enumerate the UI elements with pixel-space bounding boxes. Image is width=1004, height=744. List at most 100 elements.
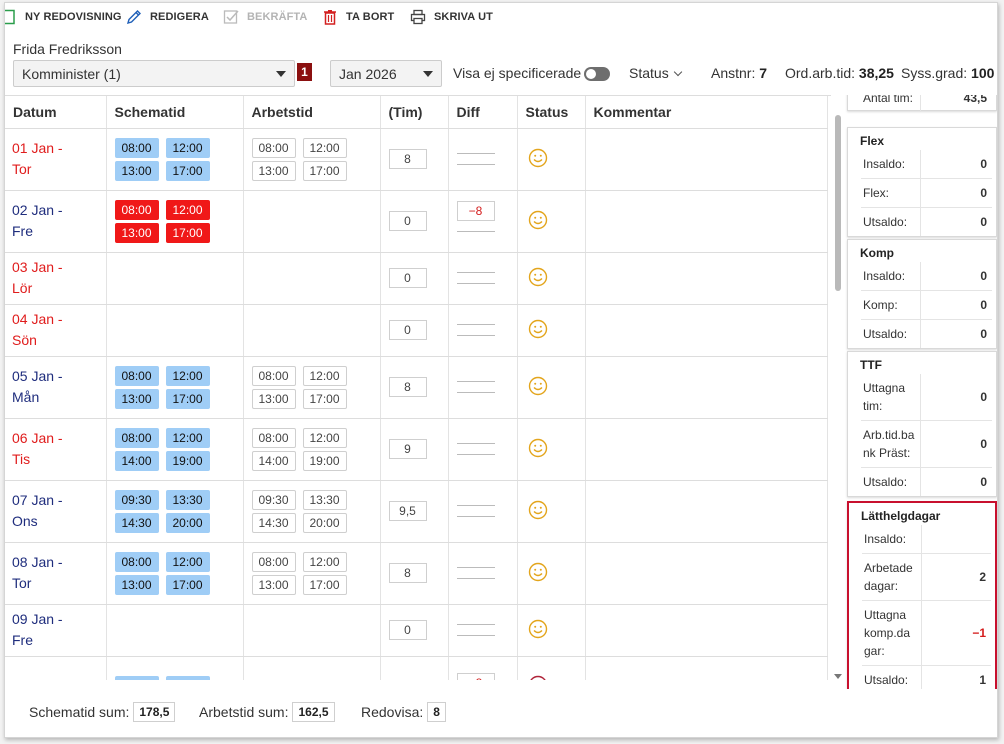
arbetstid-input[interactable]: 17:00: [302, 160, 347, 181]
schematid-chip[interactable]: 09:30: [114, 489, 159, 510]
tim-input[interactable]: 0: [388, 268, 427, 288]
smiley-icon[interactable]: [528, 562, 585, 585]
kommentar-cell[interactable]: [585, 190, 828, 253]
smiley-icon[interactable]: [528, 319, 585, 342]
sad-face-icon[interactable]: [528, 675, 585, 680]
kommentar-cell[interactable]: [585, 542, 828, 605]
schematid-chip[interactable]: 17:00: [165, 160, 210, 181]
kommentar-cell[interactable]: [585, 418, 828, 481]
schematid-chip[interactable]: 08:00: [114, 365, 159, 386]
smiley-icon[interactable]: [528, 210, 585, 233]
arbetstid-input[interactable]: 14:00: [251, 450, 296, 471]
kommentar-cell[interactable]: [585, 252, 828, 305]
arbetstid-input[interactable]: 20:00: [302, 512, 347, 533]
schematid-chip[interactable]: 17:00: [165, 222, 210, 243]
table-row[interactable]: 10 Jan - 09:00 13:00 −8: [5, 656, 828, 680]
schematid-chip[interactable]: 17:00: [165, 388, 210, 409]
new-report-button[interactable]: NY REDOVISNING: [5, 9, 122, 25]
table-row[interactable]: 08 Jan - Tor 08:00 12:00 13:00 17:00 08:00 12:0…: [5, 542, 828, 605]
schematid-chip[interactable]: 08:00: [114, 427, 159, 448]
schematid-chip[interactable]: 12:00: [165, 199, 210, 220]
schematid-chip[interactable]: 20:00: [165, 512, 210, 533]
schematid-chip[interactable]: 08:00: [114, 199, 159, 220]
tim-input[interactable]: 8: [388, 149, 427, 169]
arbetstid-input[interactable]: 17:00: [302, 388, 347, 409]
arbetstid-input[interactable]: 19:00: [302, 450, 347, 471]
schematid-chip[interactable]: 12:00: [165, 551, 210, 572]
smiley-icon[interactable]: [528, 438, 585, 461]
kommentar-cell[interactable]: [585, 356, 828, 419]
schematid-chip[interactable]: 08:00: [114, 551, 159, 572]
table-row[interactable]: 02 Jan - Fre 08:00 12:00 13:00 17:00 0 −8: [5, 190, 828, 253]
col-header-tim[interactable]: (Tim): [380, 96, 449, 129]
schematid-chip[interactable]: 09:00: [114, 676, 159, 680]
schematid-chip[interactable]: 19:00: [165, 450, 210, 471]
arbetstid-input[interactable]: 17:00: [302, 574, 347, 595]
kommentar-cell[interactable]: [585, 656, 828, 680]
table-row[interactable]: 06 Jan - Tis 08:00 12:00 14:00 19:00 08:00 12:0…: [5, 418, 828, 481]
scrollbar-thumb[interactable]: [835, 115, 841, 291]
kommentar-cell[interactable]: [585, 604, 828, 657]
smiley-icon[interactable]: [528, 376, 585, 399]
schematid-chip[interactable]: 12:00: [165, 365, 210, 386]
schematid-chip[interactable]: 13:00: [114, 160, 159, 181]
tim-input[interactable]: 9,5: [388, 501, 427, 521]
smiley-icon[interactable]: [528, 267, 585, 290]
col-header-schematid[interactable]: Schematid: [106, 96, 244, 129]
kommentar-cell[interactable]: [585, 128, 828, 191]
col-header-datum[interactable]: Datum: [5, 96, 107, 129]
tim-input[interactable]: 8: [388, 563, 427, 583]
schematid-chip[interactable]: 14:30: [114, 512, 159, 533]
schematid-chip[interactable]: 12:00: [165, 427, 210, 448]
kommentar-cell[interactable]: [585, 480, 828, 543]
arbetstid-input[interactable]: 13:00: [251, 160, 296, 181]
period-select[interactable]: Jan 2026: [330, 60, 442, 87]
schematid-chip[interactable]: 13:00: [165, 676, 210, 680]
tim-input[interactable]: 9: [388, 439, 427, 459]
col-header-diff[interactable]: Diff: [448, 96, 518, 129]
schematid-chip[interactable]: 17:00: [165, 574, 210, 595]
schematid-chip[interactable]: 13:00: [114, 388, 159, 409]
arbetstid-input[interactable]: 13:00: [251, 388, 296, 409]
arbetstid-input[interactable]: 13:30: [302, 489, 347, 510]
scroll-down-arrow-icon[interactable]: [834, 674, 842, 679]
arbetstid-input[interactable]: 08:00: [251, 427, 296, 448]
col-header-status[interactable]: Status: [517, 96, 586, 129]
smiley-icon[interactable]: [528, 619, 585, 642]
arbetstid-input[interactable]: 08:00: [251, 551, 296, 572]
status-filter[interactable]: Status: [629, 65, 682, 81]
arbetstid-input[interactable]: 13:00: [251, 574, 296, 595]
edit-button[interactable]: REDIGERA: [126, 9, 209, 25]
kommentar-cell[interactable]: [585, 304, 828, 357]
arbetstid-input[interactable]: 12:00: [302, 137, 347, 158]
confirm-button[interactable]: BEKRÄFTA: [223, 9, 307, 25]
arbetstid-input[interactable]: 08:00: [251, 137, 296, 158]
arbetstid-input[interactable]: 09:30: [251, 489, 296, 510]
schematid-chip[interactable]: 13:00: [114, 574, 159, 595]
table-row[interactable]: 04 Jan - Sön 0: [5, 304, 828, 357]
table-row[interactable]: 09 Jan - Fre 0: [5, 604, 828, 657]
schematid-chip[interactable]: 13:00: [114, 222, 159, 243]
tim-input[interactable]: 0: [388, 211, 427, 231]
arbetstid-input[interactable]: 12:00: [302, 427, 347, 448]
role-select[interactable]: Komminister (1): [13, 60, 295, 87]
arbetstid-input[interactable]: 12:00: [302, 551, 347, 572]
tim-input[interactable]: 8: [388, 377, 427, 397]
arbetstid-input[interactable]: 12:00: [302, 365, 347, 386]
print-button[interactable]: SKRIVA UT: [410, 9, 493, 25]
tim-input[interactable]: 0: [388, 320, 427, 340]
smiley-icon[interactable]: [528, 148, 585, 171]
col-header-kommentar[interactable]: Kommentar: [585, 96, 828, 129]
smiley-icon[interactable]: [528, 500, 585, 523]
col-header-arbetstid[interactable]: Arbetstid: [243, 96, 381, 129]
arbetstid-input[interactable]: 14:30: [251, 512, 296, 533]
table-row[interactable]: 07 Jan - Ons 09:30 13:30 14:30 20:00 09:30 13:3…: [5, 480, 828, 543]
schematid-chip[interactable]: 08:00: [114, 137, 159, 158]
table-row[interactable]: 03 Jan - Lör 0: [5, 252, 828, 305]
schematid-chip[interactable]: 12:00: [165, 137, 210, 158]
schematid-chip[interactable]: 14:00: [114, 450, 159, 471]
table-scrollbar[interactable]: [833, 111, 843, 681]
arbetstid-input[interactable]: 08:00: [251, 365, 296, 386]
tim-input[interactable]: 0: [388, 620, 427, 640]
table-row[interactable]: 01 Jan - Tor 08:00 12:00 13:00 17:00 08:00 12:0…: [5, 128, 828, 191]
